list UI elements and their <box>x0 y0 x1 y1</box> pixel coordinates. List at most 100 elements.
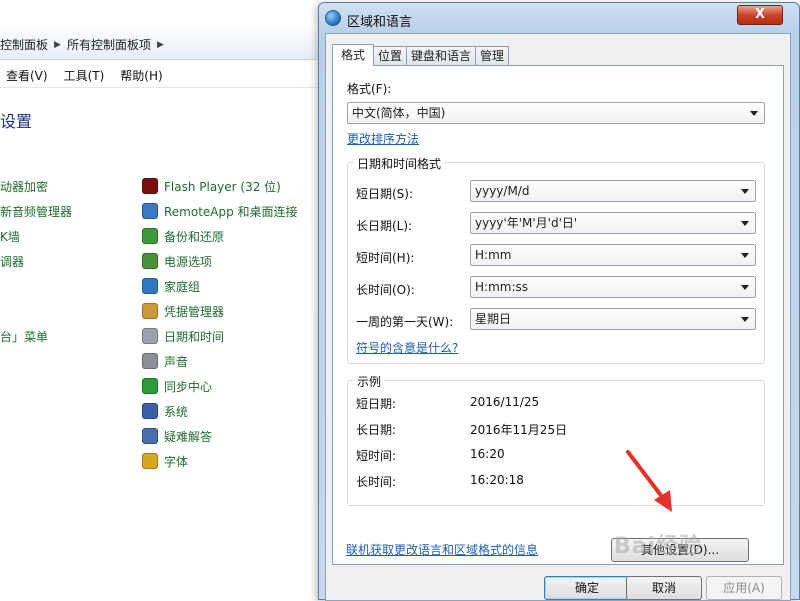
chevron-right-icon[interactable]: ▶ <box>157 40 164 50</box>
control-panel-item[interactable]: 疑难解答 <box>142 426 212 446</box>
field-label: 短时间(H): <box>356 251 415 265</box>
control-panel-item[interactable]: 备份和还原 <box>142 226 224 246</box>
select-value: H:mm:ss <box>475 280 528 294</box>
control-panel-item[interactable]: 同步中心 <box>142 376 212 396</box>
control-panel-item[interactable]: RemoteApp 和桌面连接 <box>142 201 298 221</box>
select-value: yyyy'年'M'月'd'日' <box>475 216 578 230</box>
select-value: yyyy/M/d <box>475 184 530 198</box>
tab-strip: 格式 位置 键盘和语言 管理 <box>332 44 510 66</box>
example-label: 长时间: <box>356 475 397 489</box>
short-time-select[interactable]: H:mm <box>470 244 756 266</box>
example-label: 长日期: <box>356 423 397 437</box>
short-date-select[interactable]: yyyy/M/d <box>470 180 756 202</box>
close-icon: X <box>754 7 766 22</box>
tab-location[interactable]: 位置 <box>373 46 408 66</box>
remote-desktop-icon <box>142 203 158 219</box>
change-sort-link[interactable]: 更改排序方法 <box>347 130 419 147</box>
field-label: 长日期(L): <box>356 219 413 233</box>
credential-icon <box>142 303 158 319</box>
long-date-select[interactable]: yyyy'年'M'月'd'日' <box>470 212 756 234</box>
select-value: H:mm <box>475 248 512 262</box>
chevron-right-icon[interactable]: ▶ <box>54 40 61 50</box>
control-panel-item-label: 日期和时间 <box>164 329 225 344</box>
group-title: 日期和时间格式 <box>354 155 445 172</box>
control-panel-item[interactable]: 电源选项 <box>142 251 212 271</box>
control-panel-item-label: Flash Player (32 位) <box>164 179 281 194</box>
list-item[interactable]: K墙 <box>0 228 20 245</box>
troubleshoot-icon <box>142 428 158 444</box>
format-label: 格式(F): <box>347 82 392 96</box>
control-panel-item-label: 声音 <box>164 354 189 369</box>
chevron-down-icon <box>741 317 749 322</box>
field-label: 长时间(O): <box>356 283 415 297</box>
breadcrumb-item[interactable]: 所有控制面板项 <box>67 36 151 53</box>
breadcrumb: 控制面板 ▶ 所有控制面板项 ▶ <box>0 30 320 60</box>
page-title: 设置 <box>0 112 33 131</box>
group-title: 示例 <box>354 373 385 390</box>
example-label: 短时间: <box>356 449 397 463</box>
menu-tools[interactable]: 工具(T) <box>64 67 105 84</box>
font-icon <box>142 453 158 469</box>
control-panel-item[interactable]: 凭据管理器 <box>142 301 224 321</box>
sync-icon <box>142 378 158 394</box>
example-group: 示例 短日期: 2016/11/25 长日期: 2016年11月25日 短时间:… <box>347 373 765 506</box>
system-icon <box>142 403 158 419</box>
example-value: 2016/11/25 <box>470 395 540 409</box>
chevron-down-icon <box>750 111 758 116</box>
chevron-down-icon <box>741 189 749 194</box>
cancel-button[interactable]: 取消 <box>626 576 702 600</box>
annotation-arrow-icon <box>626 450 672 512</box>
menu-bar: 查看(V) 工具(T) 帮助(H) <box>0 64 320 88</box>
flash-icon <box>142 178 158 194</box>
chevron-down-icon <box>741 253 749 258</box>
control-panel-item-label: 凭据管理器 <box>164 304 225 319</box>
control-panel-item-label: 字体 <box>164 454 189 469</box>
speaker-icon <box>142 353 158 369</box>
control-panel-item-label: 备份和还原 <box>164 229 225 244</box>
control-panel-item-label: 疑难解答 <box>164 429 213 444</box>
format-select-value: 中文(简体，中国) <box>352 106 446 120</box>
tab-keyboards-languages[interactable]: 键盘和语言 <box>406 46 477 66</box>
chevron-down-icon <box>741 285 749 290</box>
breadcrumb-item[interactable]: 控制面板 <box>0 36 48 53</box>
control-panel-item-label: 系统 <box>164 404 189 419</box>
control-panel-item-label: RemoteApp 和桌面连接 <box>164 204 298 219</box>
example-label: 短日期: <box>356 397 397 411</box>
control-panel-item[interactable]: 日期和时间 <box>142 326 224 346</box>
close-button[interactable]: X <box>737 5 783 25</box>
control-panel-item[interactable]: Flash Player (32 位) <box>142 176 281 196</box>
control-panel-item-label: 电源选项 <box>164 254 213 269</box>
list-item[interactable]: 台」菜单 <box>0 328 48 345</box>
tab-administrative[interactable]: 管理 <box>475 46 510 66</box>
control-panel-item-label: 家庭组 <box>164 279 201 294</box>
online-info-link[interactable]: 联机获取更改语言和区域格式的信息 <box>346 541 538 558</box>
backup-icon <box>142 228 158 244</box>
control-panel-item[interactable]: 字体 <box>142 451 188 471</box>
apply-button[interactable]: 应用(A) <box>706 576 782 600</box>
clock-icon <box>142 328 158 344</box>
list-item[interactable]: 新音频管理器 <box>0 203 72 220</box>
homegroup-icon <box>142 278 158 294</box>
menu-help[interactable]: 帮助(H) <box>120 67 162 84</box>
ok-button[interactable]: 确定 <box>544 576 630 600</box>
list-item[interactable]: 动器加密 <box>0 178 48 195</box>
format-select[interactable]: 中文(简体，中国) <box>347 102 765 124</box>
symbols-meaning-link[interactable]: 符号的含意是什么? <box>356 339 458 356</box>
dialog-titlebar[interactable]: 区域和语言 X <box>319 3 799 33</box>
chevron-down-icon <box>741 221 749 226</box>
dialog-title: 区域和语言 <box>347 15 413 30</box>
control-panel-item[interactable]: 系统 <box>142 401 188 421</box>
list-item[interactable]: 调器 <box>0 253 24 270</box>
field-label: 一周的第一天(W): <box>356 315 454 329</box>
long-time-select[interactable]: H:mm:ss <box>470 276 756 298</box>
menu-view[interactable]: 查看(V) <box>6 67 48 84</box>
first-day-of-week-select[interactable]: 星期日 <box>470 308 756 330</box>
power-icon <box>142 253 158 269</box>
control-panel-item[interactable]: 家庭组 <box>142 276 200 296</box>
control-panel-item-label: 同步中心 <box>164 379 213 394</box>
control-panel-item[interactable]: 声音 <box>142 351 188 371</box>
formats-panel: 格式(F): 中文(简体，中国) 更改排序方法 日期和时间格式 短日期(S): … <box>332 65 784 565</box>
example-value: 2016年11月25日 <box>470 423 568 437</box>
datetime-format-group: 日期和时间格式 短日期(S): yyyy/M/d 长日期(L): yyyy'年'… <box>347 155 765 364</box>
tab-formats[interactable]: 格式 <box>332 44 375 66</box>
